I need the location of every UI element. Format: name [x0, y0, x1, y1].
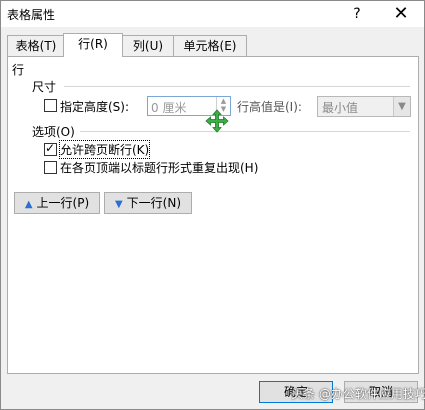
size-section-label: 尺寸 [32, 80, 57, 94]
row-tab-panel: 行 尺寸 指定高度(S): 0 厘米 ▲ ▼ 行高值是(I): 最小值 ▼ 选项… [7, 56, 419, 374]
next-row-button[interactable]: ▼ 下一行(N) [104, 192, 192, 214]
repeat-header-row-label: 在各页顶端以标题行形式重复出现(H) [60, 161, 259, 175]
title-bar: 表格属性 ? ✕ [1, 1, 424, 27]
watermark: 头条 @办公软件应用技巧 [291, 387, 425, 401]
next-row-label: 下一行(N) [126, 196, 182, 210]
spin-up-icon[interactable]: ▲ [217, 97, 230, 105]
specify-height-checkbox[interactable] [44, 99, 57, 112]
row-height-is-label: 行高值是(I): [237, 100, 302, 114]
row-height-rule-value: 最小值 [322, 101, 359, 115]
row-heading: 行 [12, 63, 25, 77]
chevron-down-icon[interactable]: ▼ [393, 97, 410, 116]
size-divider [64, 86, 410, 87]
tab-cell[interactable]: 单元格(E) [173, 35, 247, 56]
arrow-down-icon: ▼ [114, 199, 123, 210]
dialog-title: 表格属性 [7, 8, 56, 22]
specify-height-label: 指定高度(S): [60, 100, 130, 114]
options-section-label: 选项(O) [32, 125, 75, 139]
tab-row[interactable]: 行(R) [63, 33, 123, 57]
close-button[interactable]: ✕ [381, 1, 421, 27]
allow-break-across-pages-checkbox[interactable] [44, 141, 57, 156]
row-height-rule-select[interactable]: 最小值 ▼ [317, 96, 411, 117]
previous-row-label: 上一行(P) [36, 196, 90, 210]
tab-table[interactable]: 表格(T) [7, 35, 65, 56]
height-value: 0 厘米 [151, 101, 187, 115]
previous-row-button[interactable]: ▲ 上一行(P) [14, 192, 100, 214]
allow-break-across-pages-label: 允许跨页断行(K) [58, 140, 151, 159]
table-properties-dialog: 表格属性 ? ✕ 表格(T) 行(R) 列(U) 单元格(E) 行 尺寸 指定高… [0, 0, 425, 410]
repeat-header-row-checkbox[interactable] [44, 161, 57, 174]
help-button[interactable]: ? [337, 1, 377, 27]
arrow-up-icon: ▲ [24, 199, 33, 210]
tab-column[interactable]: 列(U) [121, 35, 175, 56]
move-cursor-icon [205, 109, 229, 133]
options-divider [80, 131, 410, 132]
